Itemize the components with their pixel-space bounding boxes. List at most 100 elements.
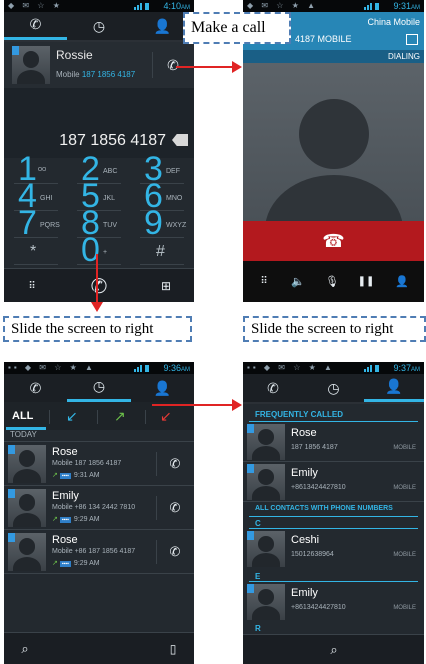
contact-suggestion[interactable]: Rossie Mobile 187 1856 4187 ✆ bbox=[4, 42, 194, 88]
voicemail-icon: ᴼᴼ bbox=[38, 166, 47, 175]
tab-dialer[interactable]: ✆ bbox=[4, 12, 67, 40]
letter-e: E bbox=[255, 572, 261, 581]
outgoing-arrow-icon: ↗ bbox=[52, 516, 58, 523]
dialpad-toggle-button[interactable]: ⠿ bbox=[12, 273, 52, 299]
number-label: Mobile bbox=[52, 504, 73, 511]
call-filter-bar: ALL ↙ ↗ ↙ bbox=[4, 402, 194, 430]
arrow-head-down bbox=[91, 302, 103, 312]
notification-icons: ◆ ✉ ☆ ★ bbox=[8, 1, 63, 10]
end-call-button[interactable]: ☎ bbox=[243, 221, 424, 261]
status-ampm: AM bbox=[181, 5, 190, 11]
call-suggestion-button[interactable]: ✆ bbox=[154, 50, 192, 80]
filter-incoming-icon[interactable]: ↙ bbox=[66, 408, 78, 425]
call-back-button[interactable]: ✆ bbox=[160, 540, 190, 564]
status-bar: ◆ ✉ ☆ ★ 4:10AM bbox=[4, 0, 194, 12]
tab-contacts[interactable]: 👤 bbox=[364, 374, 424, 402]
phone-icon: ✆ bbox=[90, 275, 108, 298]
tab-dialer[interactable]: ✆ bbox=[4, 374, 67, 402]
call-details-icon[interactable] bbox=[406, 34, 418, 45]
arrow-to-incall bbox=[176, 66, 234, 68]
phone-icon: ✆ bbox=[29, 16, 42, 32]
tab-call-log[interactable]: ◷ bbox=[303, 374, 364, 402]
key-7[interactable]: 7 PQRS bbox=[4, 204, 67, 242]
tab-bar: ✆ ◷ 👤 bbox=[4, 12, 194, 42]
contact-number-type: MOBILE bbox=[393, 552, 416, 558]
signal-icon bbox=[134, 3, 149, 10]
letter-r: R bbox=[255, 624, 261, 633]
key-letters: JKL bbox=[103, 195, 116, 202]
signal-icon bbox=[364, 365, 379, 372]
status-bar: ◆ ✉ ☆ ★ ▲ 9:31AM bbox=[243, 0, 424, 12]
contact-name: Ceshi bbox=[291, 534, 320, 546]
key-0[interactable]: 0 + bbox=[67, 231, 130, 269]
add-call-button[interactable]: 👤 bbox=[387, 271, 417, 291]
call-back-button[interactable]: ✆ bbox=[160, 496, 190, 520]
arrow-head-right bbox=[232, 61, 242, 73]
tab-bar: ✆ ◷ 👤 bbox=[243, 374, 424, 404]
person-icon: 👤 bbox=[153, 17, 172, 34]
search-button[interactable]: ⌕ bbox=[12, 639, 38, 659]
contact-row[interactable]: Emily +8613424427810 MOBILE bbox=[243, 582, 424, 622]
contact-avatar bbox=[247, 464, 285, 500]
key-letters: WXYZ bbox=[166, 222, 187, 229]
phone-icon: ✆ bbox=[29, 379, 42, 396]
speaker-button[interactable]: 🔈 bbox=[283, 271, 313, 291]
add-contact-button[interactable]: ⊞ bbox=[146, 273, 186, 299]
sim-badge-icon: ▪▪▪▪ bbox=[59, 473, 71, 479]
grid-icon: ⠿ bbox=[28, 280, 36, 292]
call-back-button[interactable]: ✆ bbox=[160, 452, 190, 476]
in-call-controls: ⠿ 🔈 🎙 ❚❚ 👤 bbox=[243, 261, 424, 302]
search-button[interactable]: ⌕ bbox=[321, 640, 347, 660]
tab-call-log[interactable]: ◷ bbox=[67, 12, 131, 40]
call-log-screen: ▪▪ ◆ ✉ ☆ ★ ▲ 9:36AM ✆ ◷ 👤 ALL ↙ ↗ ↙ TODA… bbox=[4, 362, 194, 664]
hold-button[interactable]: ❚❚ bbox=[351, 271, 381, 291]
filter-missed-icon[interactable]: ↙ bbox=[160, 408, 172, 425]
number-display: 187 1856 4187 bbox=[4, 88, 194, 158]
phone-icon: ✆ bbox=[169, 500, 181, 515]
frequent-header: FREQUENTLY CALLED bbox=[255, 410, 344, 419]
backspace-icon[interactable] bbox=[172, 134, 188, 146]
contact-number: +8613424427810 bbox=[291, 484, 346, 491]
caller-number: 187 1856 4187 bbox=[74, 460, 122, 467]
status-bar: ▪▪ ◆ ✉ ☆ ★ ▲ 9:36AM bbox=[4, 362, 194, 374]
call-time: 9:29 AM bbox=[73, 560, 100, 567]
speaker-icon: 🔈 bbox=[291, 275, 305, 288]
carrier-name: China Mobile bbox=[367, 17, 420, 27]
caller-number: +86 187 1856 4187 bbox=[74, 548, 136, 555]
menu-button[interactable]: ▯ bbox=[160, 639, 186, 659]
person-icon: 👤 bbox=[385, 378, 403, 394]
filter-all[interactable]: ALL bbox=[12, 410, 33, 422]
dial-button[interactable]: ✆ bbox=[68, 273, 130, 299]
tab-bar: ✆ ◷ 👤 bbox=[4, 374, 194, 404]
key-9[interactable]: 9 WXYZ bbox=[130, 204, 193, 242]
outgoing-arrow-icon: ↗ bbox=[52, 560, 58, 567]
status-bar: ▪▪ ◆ ✉ ☆ ★ ▲ 9:37AM bbox=[243, 362, 424, 374]
contact-row[interactable]: Ceshi 15012638964 MOBILE bbox=[243, 529, 424, 569]
tab-contacts[interactable]: 👤 bbox=[131, 374, 194, 402]
arrow-head-right bbox=[232, 399, 242, 411]
signal-icon bbox=[364, 3, 379, 10]
dialpad-button[interactable]: ⠿ bbox=[249, 271, 279, 291]
caller-number: +86 134 2442 7810 bbox=[74, 504, 136, 511]
tab-call-log[interactable]: ◷ bbox=[67, 374, 131, 402]
contact-number-type: MOBILE bbox=[393, 445, 416, 451]
key-hash[interactable]: # bbox=[130, 239, 193, 266]
caller-name: Rose bbox=[52, 446, 78, 458]
phone-icon: ✆ bbox=[167, 56, 179, 73]
caption-make-call: Make a call bbox=[183, 12, 291, 44]
frequent-contact-row[interactable]: Rose 187 1856 4187 MOBILE bbox=[243, 422, 424, 462]
tab-dialer[interactable]: ✆ bbox=[243, 374, 303, 402]
key-digit: # bbox=[156, 243, 165, 260]
call-number: 4187 MOBILE bbox=[295, 34, 352, 44]
call-log-row[interactable]: Rose Mobile 187 1856 4187 ↗ ▪▪▪▪ 9:31 AM ✆ bbox=[4, 442, 194, 486]
key-star[interactable]: * bbox=[4, 239, 67, 266]
call-time: 9:31 AM bbox=[73, 472, 100, 479]
key-letters: PQRS bbox=[40, 222, 60, 229]
dialer-action-bar: ⠿ ✆ ⊞ bbox=[4, 268, 194, 302]
filter-outgoing-icon[interactable]: ↗ bbox=[114, 408, 126, 425]
call-log-row[interactable]: Emily Mobile +86 134 2442 7810 ↗ ▪▪▪▪ 9:29 … bbox=[4, 486, 194, 530]
number-label: Mobile bbox=[52, 548, 73, 555]
call-log-row[interactable]: Rose Mobile +86 187 1856 4187 ↗ ▪▪▪▪ 9:29 A… bbox=[4, 530, 194, 574]
mute-button[interactable]: 🎙 bbox=[317, 271, 347, 291]
frequent-contact-row[interactable]: Emily +8613424427810 MOBILE bbox=[243, 462, 424, 502]
